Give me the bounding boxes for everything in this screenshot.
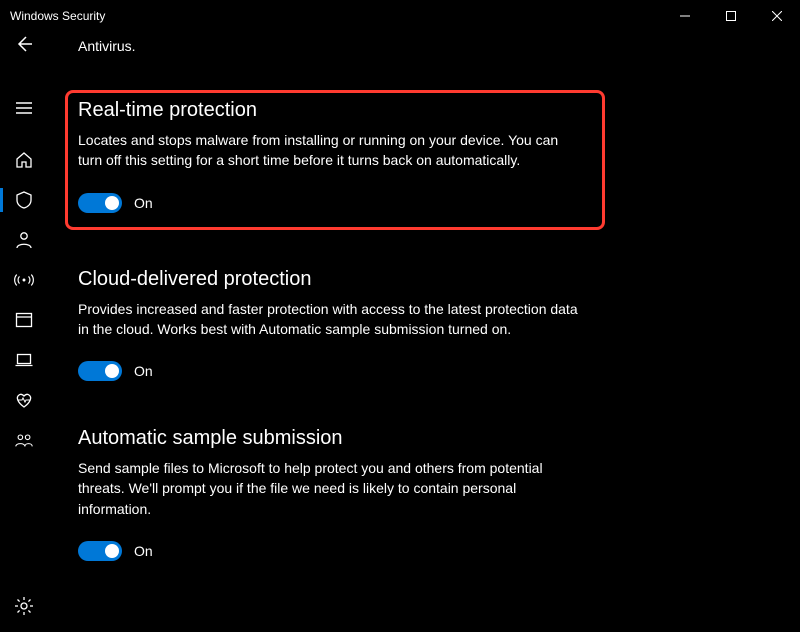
sidebar-item-account-protection[interactable] — [0, 220, 48, 260]
cloud-toggle-label: On — [134, 363, 153, 379]
back-arrow-icon — [14, 34, 34, 54]
minimize-button[interactable] — [662, 0, 708, 32]
section-sample-submission: Automatic sample submission Send sample … — [78, 427, 618, 561]
window-icon — [14, 310, 34, 330]
window-title: Windows Security — [10, 9, 105, 23]
page-top-text: Antivirus. — [78, 38, 770, 54]
realtime-toggle-row: On — [78, 193, 592, 213]
heart-icon — [14, 390, 34, 410]
sidebar — [0, 68, 48, 632]
sidebar-item-app-browser-control[interactable] — [0, 300, 48, 340]
close-icon — [772, 11, 782, 21]
sidebar-item-virus-protection[interactable] — [0, 180, 48, 220]
minimize-icon — [680, 11, 690, 21]
hamburger-menu-button[interactable] — [0, 88, 48, 128]
sidebar-item-home[interactable] — [0, 140, 48, 180]
cloud-description: Provides increased and faster protection… — [78, 299, 578, 340]
cloud-toggle[interactable] — [78, 361, 122, 381]
shield-icon — [14, 190, 34, 210]
titlebar: Windows Security — [0, 0, 800, 32]
close-button[interactable] — [754, 0, 800, 32]
person-icon — [14, 230, 34, 250]
sidebar-item-firewall[interactable] — [0, 260, 48, 300]
sample-toggle-label: On — [134, 543, 153, 559]
section-cloud-protection: Cloud-delivered protection Provides incr… — [78, 268, 618, 382]
people-icon — [14, 430, 34, 450]
realtime-toggle-label: On — [134, 195, 153, 211]
sidebar-item-device-security[interactable] — [0, 340, 48, 380]
realtime-toggle[interactable] — [78, 193, 122, 213]
maximize-button[interactable] — [708, 0, 754, 32]
realtime-description: Locates and stops malware from installin… — [78, 130, 578, 171]
section-realtime-protection: Real-time protection Locates and stops m… — [65, 90, 605, 230]
sample-toggle-row: On — [78, 541, 618, 561]
sample-description: Send sample files to Microsoft to help p… — [78, 458, 578, 519]
realtime-title: Real-time protection — [78, 99, 592, 122]
sidebar-item-family-options[interactable] — [0, 420, 48, 460]
home-icon — [14, 150, 34, 170]
signal-icon — [14, 270, 34, 290]
sidebar-item-settings[interactable] — [0, 586, 48, 626]
back-button[interactable] — [0, 24, 48, 64]
cloud-toggle-row: On — [78, 361, 618, 381]
window-controls — [662, 0, 800, 32]
sidebar-item-device-performance[interactable] — [0, 380, 48, 420]
laptop-icon — [14, 350, 34, 370]
cloud-title: Cloud-delivered protection — [78, 268, 618, 291]
sample-toggle[interactable] — [78, 541, 122, 561]
menu-icon — [14, 98, 34, 118]
main-content: Antivirus. Real-time protection Locates … — [48, 32, 800, 632]
maximize-icon — [726, 11, 736, 21]
gear-icon — [14, 596, 34, 616]
sample-title: Automatic sample submission — [78, 427, 618, 450]
